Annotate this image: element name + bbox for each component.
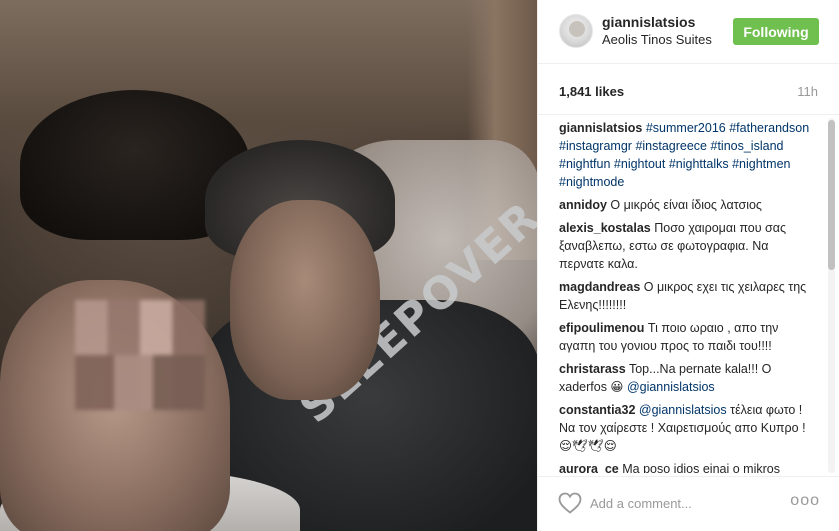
post-username[interactable]: giannislatsios (602, 14, 695, 30)
comment-item: magdandreas Ο μικρος εχει τις χειλαρες τ… (559, 278, 814, 314)
hashtag[interactable]: #nightmen (732, 157, 790, 171)
photo-man-face (230, 200, 380, 400)
comment-username[interactable]: annidoy (559, 198, 607, 212)
comment-item: alexis_kostalas Ποσο χαιρομαι που σας ξα… (559, 219, 814, 273)
following-button[interactable]: Following (733, 18, 819, 45)
hashtag[interactable]: #summer2016 (646, 121, 726, 135)
hashtag[interactable]: #nighttalks (669, 157, 729, 171)
hashtag[interactable]: #nightout (614, 157, 665, 171)
comment-mention[interactable]: @giannislatsios (627, 380, 715, 394)
scrollbar-thumb[interactable] (828, 120, 835, 270)
comment-item: constantia32 @giannislatsios τέλεια φωτο… (559, 401, 814, 455)
heart-icon[interactable] (558, 492, 582, 514)
comment-item: christarass Top...Na pernate kala!!! O x… (559, 360, 814, 396)
comment-username[interactable]: magdandreas (559, 280, 640, 294)
comment-item: aurora_ce Ma poso idios einai o mikros p… (559, 460, 814, 473)
comment-username[interactable]: aurora_ce (559, 462, 619, 473)
comments-scrollbar[interactable] (828, 118, 835, 473)
more-options-icon[interactable]: ooo (790, 492, 820, 510)
post-time[interactable]: 11h (797, 84, 818, 99)
hashtag[interactable]: #tinos_island (711, 139, 784, 153)
comment-item: efipoulimenou Τι ποιο ωραιο , απο την αγ… (559, 319, 814, 355)
comment-username[interactable]: constantia32 (559, 403, 635, 417)
post-location[interactable]: Aeolis Tinos Suites (602, 32, 712, 47)
add-comment-row: ooo (538, 476, 839, 531)
comment-mention[interactable]: @giannislatsios (639, 403, 727, 417)
post-header: giannislatsios Aeolis Tinos Suites Follo… (538, 0, 839, 64)
post-side-panel: giannislatsios Aeolis Tinos Suites Follo… (537, 0, 839, 531)
comment-username[interactable]: efipoulimenou (559, 321, 644, 335)
hashtag[interactable]: #nightfun (559, 157, 610, 171)
hashtag[interactable]: #nightmode (559, 175, 624, 189)
caption: giannislatsios #summer2016 #fatherandson… (559, 119, 814, 191)
likes-count[interactable]: 1,841 likes (559, 84, 624, 99)
add-comment-input[interactable] (590, 491, 780, 515)
hashtag[interactable]: #instagramgr (559, 139, 632, 153)
post-photo[interactable]: SLEEPOVER (0, 0, 537, 531)
comment-username[interactable]: alexis_kostalas (559, 221, 651, 235)
comment-text: Ο μικρός είναι ίδιος λατσιος (610, 198, 762, 212)
caption-username[interactable]: giannislatsios (559, 121, 642, 135)
hashtag[interactable]: #instagreece (635, 139, 707, 153)
comment-item: annidoy Ο μικρός είναι ίδιος λατσιος (559, 196, 814, 214)
likes-row: 1,841 likes 11h (538, 64, 839, 115)
comments-list[interactable]: giannislatsios #summer2016 #fatherandson… (538, 115, 839, 473)
hashtag[interactable]: #fatherandson (729, 121, 809, 135)
comment-username[interactable]: christarass (559, 362, 626, 376)
photo-pixelated-face (75, 300, 205, 410)
avatar[interactable] (559, 14, 593, 48)
